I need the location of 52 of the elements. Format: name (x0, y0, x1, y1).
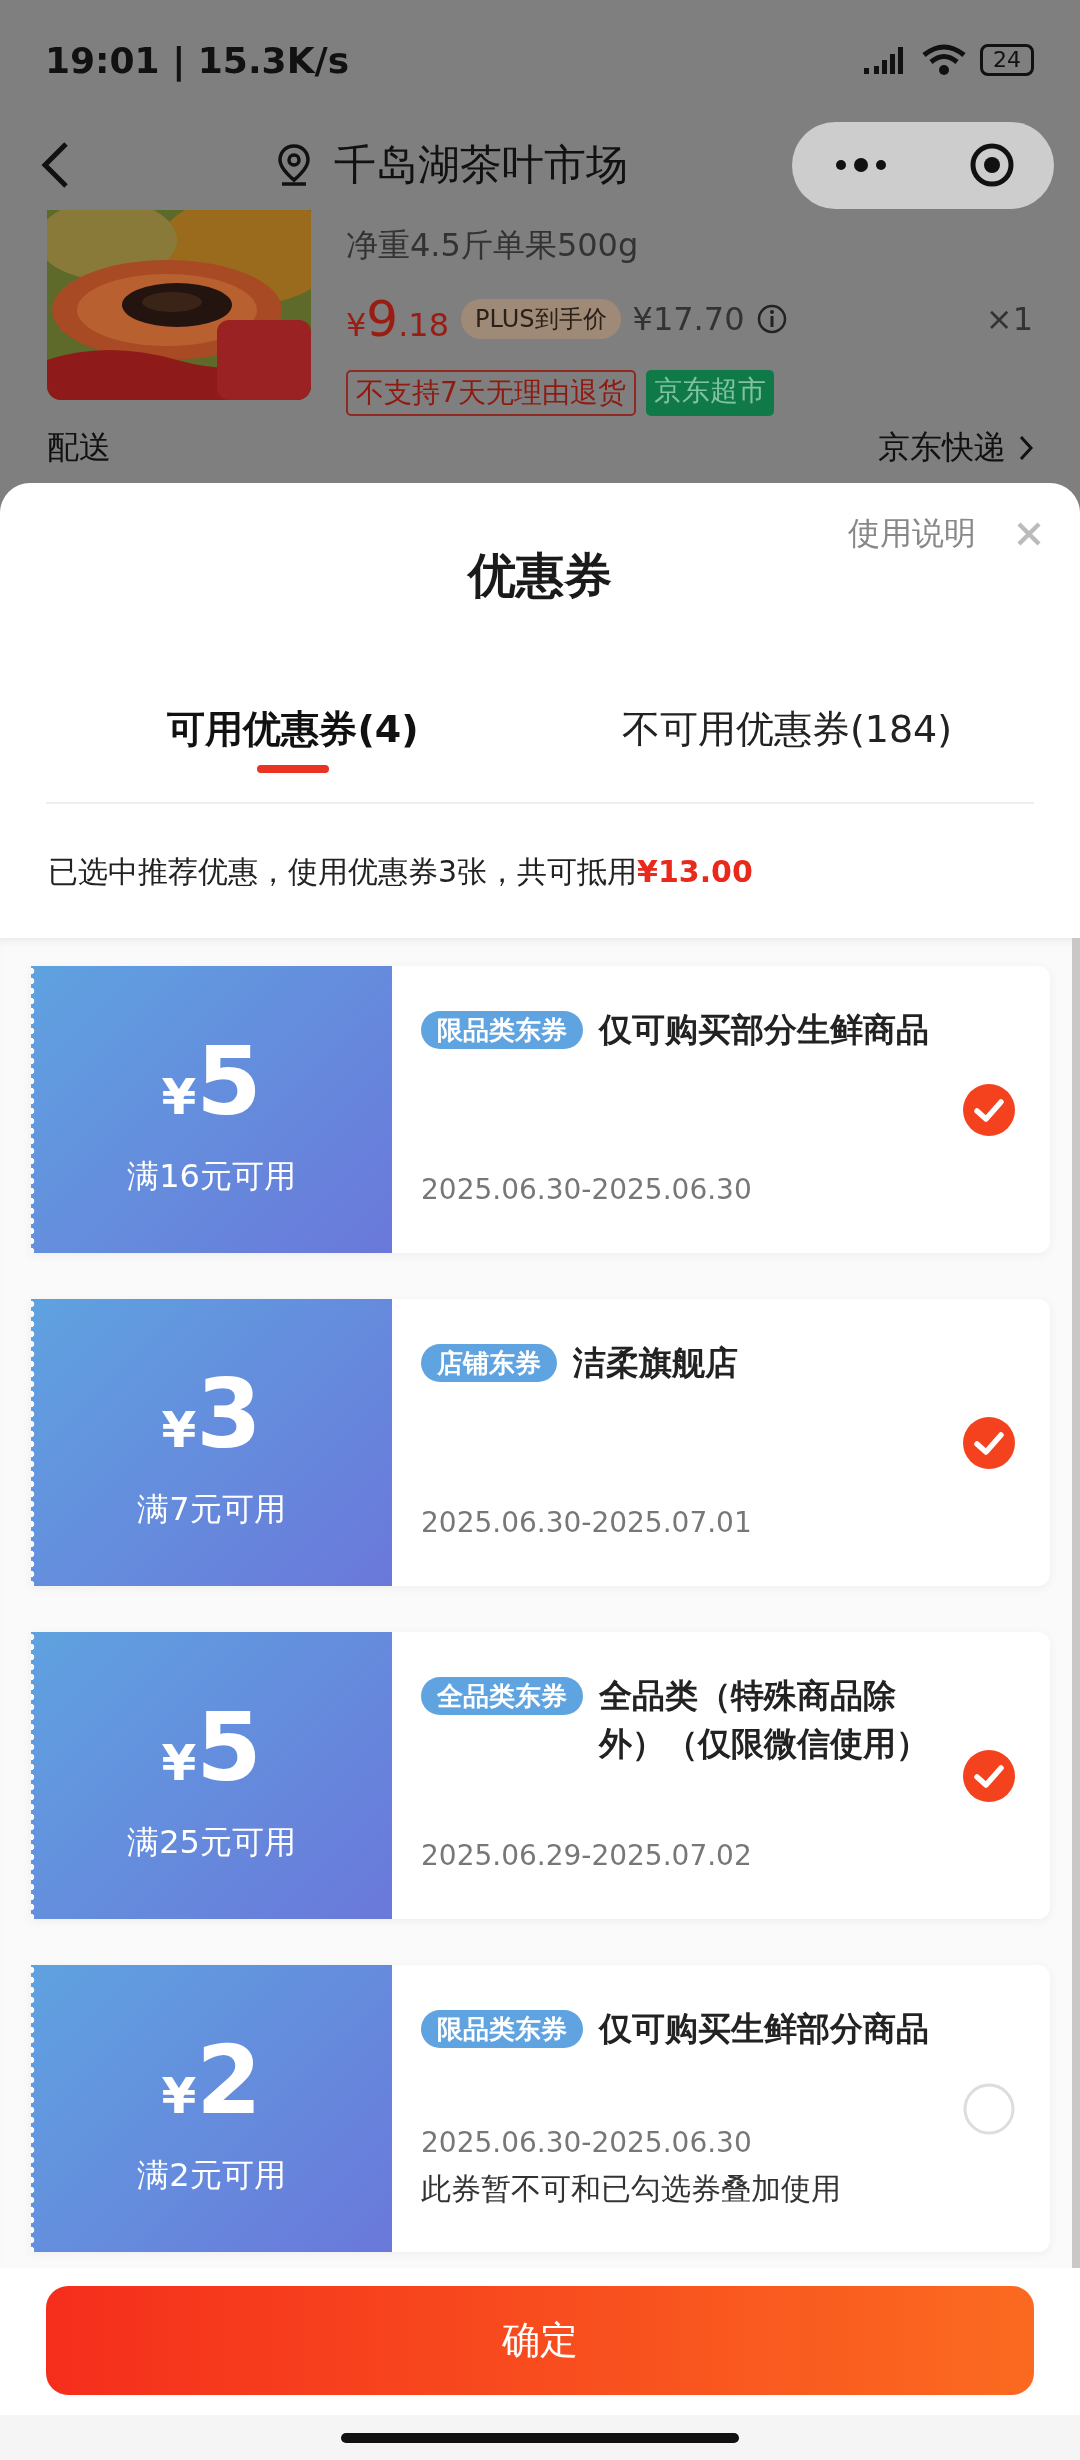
coupon-title: 仅可购买生鲜部分商品 (599, 2008, 930, 2050)
coupon-condition: 满25元可用 (127, 1821, 296, 1863)
validity-date: 2025.06.30-2025.06.30 (421, 1172, 753, 1208)
validity-date: 2025.06.29-2025.07.02 (421, 1838, 753, 1874)
coupon-type-badge: 限品类东券 (421, 2010, 583, 2048)
price-tag: PLUS到手价 (461, 299, 621, 339)
status-time: 19:01 | 15.3K/s (45, 39, 350, 81)
sheet-title: 优惠券 (468, 546, 612, 605)
validity-date: 2025.06.30-2025.06.30 (421, 2125, 753, 2161)
info-icon[interactable] (756, 303, 789, 335)
coupon-type-badge: 店铺东券 (421, 1344, 557, 1382)
usage-help-link[interactable]: 使用说明 (848, 512, 976, 556)
delivery-label: 配送 (47, 427, 111, 468)
coupon-card[interactable]: ¥3 满7元可用 店铺东券 洁柔旗舰店 2025.06.30-2025.07.01 (31, 1299, 1050, 1586)
tab-underline (257, 765, 329, 773)
coupon-card[interactable]: ¥5 满25元可用 全品类东券 全品类（特殊商品除外）（仅限微信使用） 2025.06.29-2025.07.02 (31, 1632, 1050, 1919)
tab[interactable]: 不可用优惠券(184) (621, 701, 953, 757)
coupon-title: 全品类（特殊商品除外）（仅限微信使用） (599, 1675, 930, 1765)
product-tag: 京东超市 (645, 370, 774, 416)
coupon-summary: 已选中推荐优惠，使用优惠券3张，共可抵用¥13.00 (47, 853, 754, 891)
coupon-condition: 满16元可用 (127, 1155, 296, 1197)
checkbox[interactable] (963, 1749, 1015, 1802)
location-pin-icon (276, 143, 312, 187)
coupon-condition: 满7元可用 (137, 1488, 286, 1530)
delivery-method[interactable]: 京东快递 (878, 426, 1006, 470)
product-price: ¥9.18 (346, 290, 450, 348)
battery-icon: 24 (980, 44, 1034, 76)
quantity: ×1 (985, 300, 1033, 338)
checkbox[interactable] (963, 1416, 1015, 1469)
close-icon[interactable] (1016, 521, 1042, 547)
checkbox[interactable] (963, 1083, 1015, 1136)
page-title: 千岛湖茶叶市场 (334, 139, 628, 191)
checkbox[interactable] (963, 2082, 1015, 2135)
coupon-title: 洁柔旗舰店 (573, 1342, 739, 1384)
chevron-right-icon (1018, 434, 1034, 462)
coupon-type-badge: 全品类东券 (421, 1677, 583, 1715)
coupon-amount: ¥5 (161, 1700, 262, 1795)
coupon-condition: 满2元可用 (137, 2154, 286, 2196)
coupon-type-badge: 限品类东券 (421, 1011, 583, 1049)
coupon-card[interactable]: ¥2 满2元可用 限品类东券 仅可购买生鲜部分商品 2025.06.30-2025.06.30 此券暂不可和已勾选券叠加使用 (31, 1965, 1050, 2252)
wifi-icon (920, 43, 968, 77)
validity-date: 2025.06.30-2025.07.01 (421, 1505, 753, 1541)
original-price: ¥17.70 (632, 300, 745, 338)
product-spec: 净重4.5斤单果500g (346, 225, 640, 266)
tab[interactable]: 可用优惠券(4) (167, 701, 419, 757)
coupon-note: 此券暂不可和已勾选券叠加使用 (421, 2170, 842, 2208)
coupon-amount: ¥3 (161, 1367, 262, 1462)
coupon-title: 仅可购买部分生鲜商品 (599, 1009, 930, 1051)
coupon-amount: ¥2 (161, 2033, 262, 2128)
coupon-card[interactable]: ¥5 满16元可用 限品类东券 仅可购买部分生鲜商品 2025.06.30-2025.06.30 (31, 966, 1050, 1253)
product-tag: 不支持7天无理由退货 (346, 370, 636, 416)
coupon-amount: ¥5 (161, 1034, 262, 1129)
